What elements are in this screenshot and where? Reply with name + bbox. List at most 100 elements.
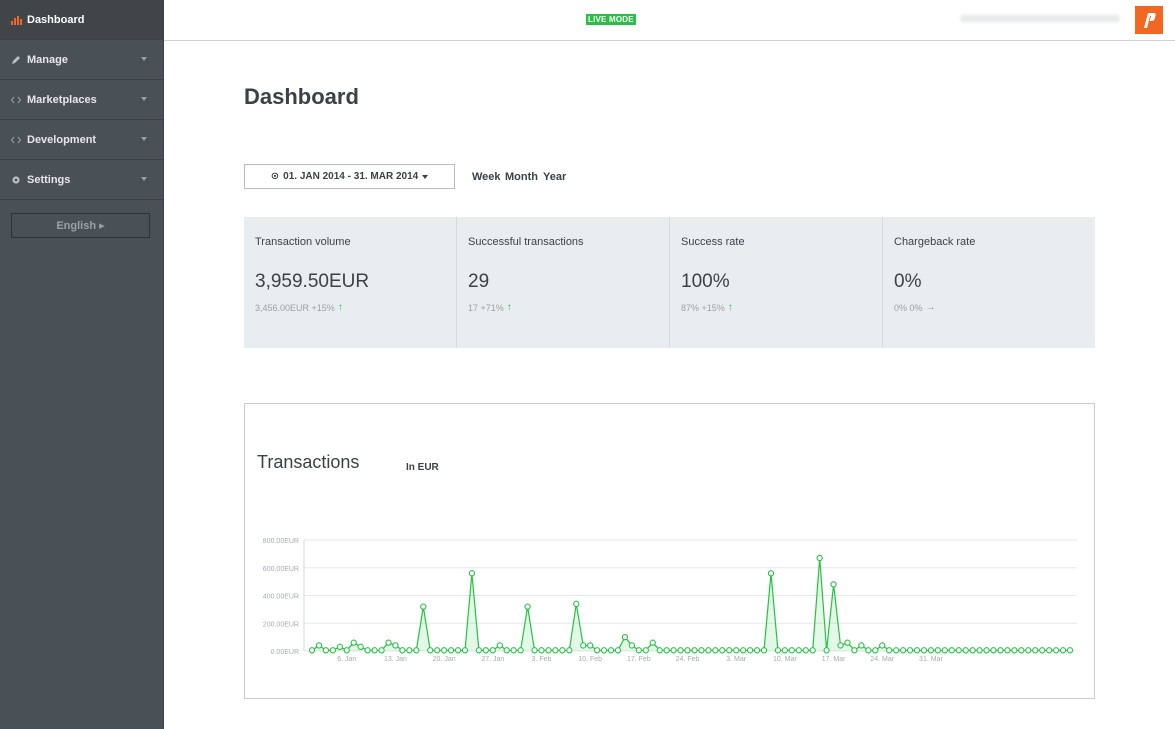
- period-month[interactable]: Month: [505, 171, 538, 183]
- data-point: [712, 647, 719, 654]
- account-name-blurred: [960, 15, 1120, 22]
- data-point: [593, 647, 601, 654]
- data-point: [663, 647, 670, 654]
- data-point: [468, 570, 476, 577]
- transactions-chart-panel: Transactions In EUR 0.00EUR 200.00EUR 400.…: [244, 403, 1095, 699]
- stat-comparison: 0% 0% →: [894, 302, 936, 313]
- date-range-label: 01. JAN 2014 - 31. MAR 2014: [283, 171, 419, 182]
- data-point: [566, 647, 573, 654]
- page-title: Dashboard: [244, 84, 359, 109]
- data-point: [1052, 647, 1060, 654]
- data-point: [837, 642, 844, 649]
- arrow-up-icon: ↑: [337, 302, 343, 313]
- stat-comparison-text: 87% +15%: [681, 302, 725, 313]
- stat-label: Successful transactions: [468, 236, 584, 248]
- data-point: [879, 642, 886, 649]
- data-point: [587, 642, 594, 649]
- period-week[interactable]: Week: [472, 171, 501, 183]
- stat-value: 3,959.50EUR: [255, 271, 370, 292]
- data-point: [906, 647, 914, 654]
- data-point: [1059, 647, 1067, 654]
- data-point: [538, 647, 545, 654]
- data-point: [719, 647, 726, 654]
- data-point: [475, 647, 483, 654]
- chevron-down-icon: [141, 57, 147, 61]
- sidebar-item-marketplaces[interactable]: Marketplaces: [0, 80, 163, 120]
- sidebar-item-label: Development: [27, 133, 97, 146]
- x-tick-label: 10. Feb: [578, 656, 602, 663]
- data-point: [621, 633, 629, 641]
- data-point: [447, 647, 455, 654]
- data-point: [941, 647, 948, 654]
- chevron-down-icon: [141, 137, 147, 141]
- data-point: [809, 647, 816, 654]
- data-point: [489, 647, 496, 654]
- data-point: [364, 647, 371, 654]
- x-tick-label: 27. Jan: [481, 656, 504, 663]
- data-point: [823, 647, 830, 654]
- series-area: [312, 558, 1070, 651]
- data-point: [927, 647, 935, 654]
- language-button[interactable]: English ▸: [11, 213, 150, 238]
- data-point: [635, 647, 642, 654]
- stat-transaction-volume: Transaction volume 3,959.50EUR 3,456.00E…: [244, 217, 457, 348]
- data-point: [892, 647, 900, 654]
- data-point: [1004, 647, 1011, 654]
- data-point: [600, 647, 608, 654]
- data-point: [858, 642, 865, 649]
- data-point: [726, 647, 733, 654]
- x-tick-label: 17. Mar: [822, 656, 846, 663]
- code-icon: [10, 134, 22, 146]
- sidebar-item-dashboard[interactable]: Dashboard: [0, 0, 163, 40]
- date-range-picker[interactable]: ⊙ 01. JAN 2014 - 31. MAR 2014: [244, 164, 455, 189]
- data-point: [1045, 647, 1053, 654]
- data-point: [315, 642, 323, 649]
- data-point: [948, 647, 955, 654]
- x-tick-label: 3. Feb: [532, 656, 552, 663]
- arrow-up-icon: ↑: [727, 302, 733, 313]
- sidebar-item-manage[interactable]: Manage: [0, 40, 163, 80]
- data-point: [399, 647, 406, 654]
- data-point: [698, 647, 705, 654]
- chevron-down-icon: [141, 177, 147, 181]
- data-point: [656, 647, 663, 654]
- data-point: [969, 647, 976, 654]
- app: Dashboard Manage Marketplaces Developmen…: [0, 0, 1175, 729]
- data-point: [1066, 647, 1074, 654]
- sidebar-item-development[interactable]: Development: [0, 120, 163, 160]
- stat-value: 29: [468, 271, 490, 292]
- data-point: [510, 647, 517, 654]
- data-point: [733, 647, 740, 654]
- sidebar-item-settings[interactable]: Settings: [0, 160, 163, 200]
- data-point: [1025, 647, 1032, 654]
- arrow-right-icon: →: [925, 302, 936, 313]
- data-point: [454, 647, 462, 654]
- data-point: [378, 647, 385, 654]
- data-point: [413, 647, 420, 654]
- brand-logo[interactable]: [1135, 6, 1163, 34]
- period-year[interactable]: Year: [543, 171, 566, 183]
- stat-label: Chargeback rate: [894, 236, 976, 248]
- x-tick-label: 13. Jan: [384, 656, 407, 663]
- data-point: [802, 647, 809, 654]
- data-point: [830, 581, 837, 588]
- stat-successful-transactions: Successful transactions 29 17 +71% ↑: [457, 217, 670, 348]
- caret-down-icon: [422, 174, 429, 179]
- x-tick-label: 20. Jan: [433, 656, 456, 663]
- pencil-icon: [10, 54, 22, 66]
- data-point: [552, 647, 559, 654]
- y-tick-label: 800.00EUR: [263, 538, 299, 545]
- data-point: [816, 554, 823, 562]
- data-point: [628, 642, 636, 649]
- stat-comparison-text: 0% 0%: [894, 302, 923, 313]
- data-point: [886, 647, 893, 654]
- data-point: [899, 647, 907, 654]
- stat-value: 0%: [894, 271, 922, 292]
- y-tick-label: 400.00EUR: [263, 594, 299, 601]
- stat-success-rate: Success rate 100% 87% +15% ↑: [670, 217, 883, 348]
- data-point: [559, 647, 566, 654]
- x-tick-label: 24. Feb: [676, 656, 700, 663]
- y-tick-label: 600.00EUR: [263, 566, 299, 573]
- stat-comparison: 87% +15% ↑: [681, 302, 733, 313]
- data-point: [642, 647, 649, 654]
